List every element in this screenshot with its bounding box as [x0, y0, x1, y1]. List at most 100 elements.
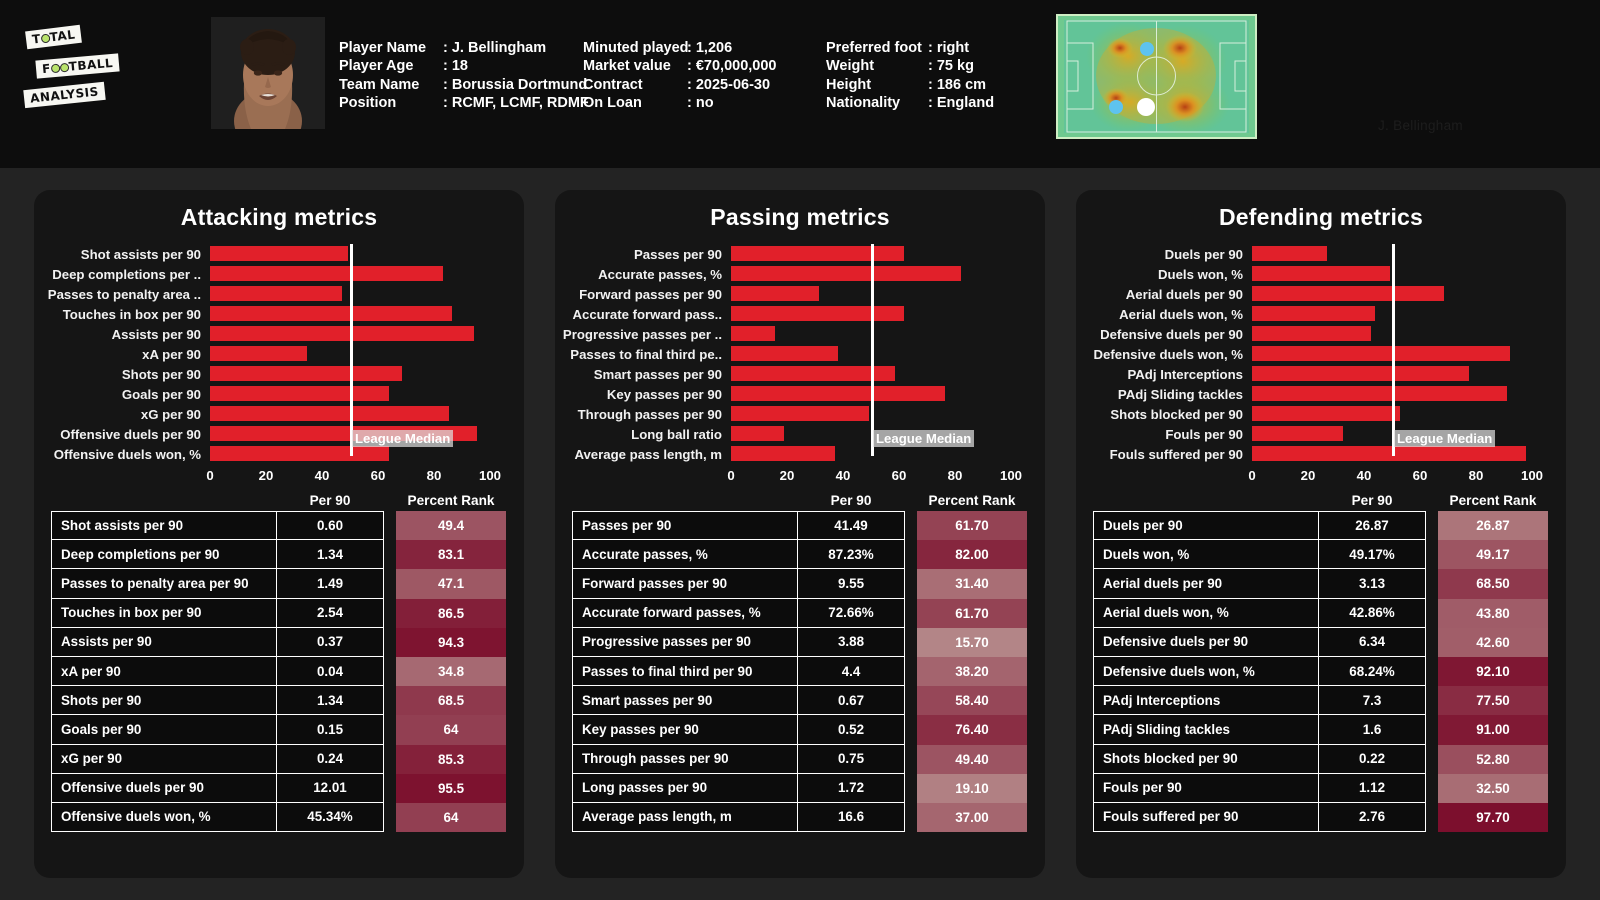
- bar-row: Forward passes per 90: [555, 284, 1045, 304]
- info-value: : 75 kg: [928, 58, 974, 75]
- bar-label: Long ball ratio: [631, 426, 722, 442]
- table-row: Duels per 90 26.87 26.87: [1093, 511, 1549, 541]
- chart-passing: Passes per 90 Accurate passes, % Forward p…: [555, 244, 1045, 483]
- logo-line-football: F TBALL: [35, 53, 120, 79]
- logo-line-total: T TAL: [25, 24, 83, 50]
- bar-row: Offensive duels won, %: [34, 444, 524, 464]
- bar-fill: [731, 326, 775, 341]
- cell-metric-name: Average pass length, m: [572, 802, 797, 833]
- cell-per90-value: 7.3: [1318, 686, 1426, 716]
- bar-label: Touches in box per 90: [62, 306, 201, 322]
- axis-tick: 100: [1520, 468, 1544, 483]
- info-key: Position: [339, 95, 397, 112]
- cell-metric-name: Passes to final third per 90: [572, 656, 797, 687]
- cell-percent-rank: 49.17: [1438, 540, 1548, 570]
- cell-percent-rank: 68.50: [1438, 569, 1548, 599]
- cell-percent-rank: 34.8: [396, 656, 506, 687]
- bar-fill: [1252, 246, 1328, 261]
- logo-text-football: F TBALL: [41, 55, 114, 77]
- cell-per90-value: 1.72: [797, 773, 905, 803]
- heatmap-image: [1058, 16, 1255, 137]
- pitch-heatmap: [1056, 14, 1257, 139]
- bar-fill: [731, 306, 904, 321]
- cell-per90-value: 1.6: [1318, 715, 1426, 745]
- logo-text-total: T TAL: [31, 27, 77, 47]
- bar-fill: [1252, 286, 1444, 301]
- table-row: Passes per 90 41.49 61.70: [572, 511, 1028, 541]
- cell-percent-rank: 82.00: [917, 540, 1027, 570]
- cell-per90-value: 0.52: [797, 715, 905, 745]
- table-row: Fouls suffered per 90 2.76 97.70: [1093, 802, 1549, 833]
- cell-percent-rank: 43.80: [1438, 598, 1548, 628]
- cell-percent-rank: 64: [396, 802, 506, 833]
- bar-label: Passes per 90: [634, 246, 722, 262]
- cell-percent-rank: 49.4: [396, 511, 506, 541]
- table-row: xA per 90 0.04 34.8: [51, 656, 507, 687]
- cell-per90-value: 0.04: [276, 656, 384, 687]
- median-line: [350, 244, 353, 456]
- cell-percent-rank: 42.60: [1438, 627, 1548, 657]
- x-axis: 0 20 40 60 80 100: [1076, 466, 1566, 488]
- info-key: Preferred foot: [826, 40, 922, 56]
- info-value: : 2025-06-30: [687, 76, 771, 93]
- bar-row: Duels won, %: [1076, 264, 1566, 284]
- cell-metric-name: Long passes per 90: [572, 773, 797, 803]
- bar-fill: [1252, 266, 1390, 281]
- bar-row: Deep completions per ..: [34, 264, 524, 284]
- cell-percent-rank: 58.40: [917, 686, 1027, 716]
- info-value: : 186 cm: [928, 76, 987, 93]
- cell-percent-rank: 97.70: [1438, 802, 1548, 833]
- axis-tick: 80: [1468, 468, 1484, 483]
- axis-tick: 20: [1300, 468, 1316, 483]
- cell-metric-name: Fouls per 90: [1093, 773, 1318, 803]
- median-label: League Median: [352, 430, 454, 447]
- bar-label: Aerial duels per 90: [1125, 286, 1243, 302]
- cell-metric-name: Offensive duels won, %: [51, 802, 276, 833]
- bar-fill: [210, 386, 390, 401]
- cell-percent-rank: 38.20: [917, 656, 1027, 687]
- axis-tick: 60: [370, 468, 386, 483]
- bar-fill: [1252, 326, 1372, 341]
- cell-per90-value: 0.37: [276, 627, 384, 657]
- info-value: : 1,206: [687, 40, 733, 56]
- info-key: Market value: [583, 58, 671, 75]
- bar-row: Aerial duels per 90: [1076, 284, 1566, 304]
- card-title: Passing metrics: [710, 204, 890, 230]
- table-row: Long passes per 90 1.72 19.10: [572, 773, 1028, 803]
- cell-per90-value: 0.67: [797, 686, 905, 716]
- info-row: Minuted played : 1,206: [583, 39, 777, 57]
- axis-tick: 0: [1248, 468, 1256, 483]
- cell-percent-rank: 83.1: [396, 540, 506, 570]
- table-row: xG per 90 0.24 85.3: [51, 744, 507, 774]
- table-row: Shot assists per 90 0.60 49.4: [51, 511, 507, 541]
- bar-row: Touches in box per 90: [34, 304, 524, 324]
- info-row: Market value : €70,000,000: [583, 57, 777, 75]
- median-label: League Median: [1394, 430, 1496, 447]
- cell-metric-name: Progressive passes per 90: [572, 627, 797, 657]
- cell-per90-value: 26.87: [1318, 511, 1426, 541]
- cell-per90-value: 3.13: [1318, 569, 1426, 599]
- bar-fill: [731, 426, 785, 441]
- table-row: Key passes per 90 0.52 76.40: [572, 715, 1028, 745]
- bar-row: Goals per 90: [34, 384, 524, 404]
- cell-metric-name: Aerial duels per 90: [1093, 569, 1318, 599]
- bar-label: Duels per 90: [1164, 246, 1243, 262]
- axis-tick: 80: [426, 468, 442, 483]
- brand-logo: T TAL F TBALL ANALYSIS: [22, 24, 126, 118]
- bar-label: Accurate forward pass..: [572, 306, 722, 322]
- info-value: : England: [928, 95, 995, 112]
- cell-per90-value: 9.55: [797, 569, 905, 599]
- cell-metric-name: Shots blocked per 90: [1093, 744, 1318, 774]
- median-label: League Median: [873, 430, 975, 447]
- cell-percent-rank: 47.1: [396, 569, 506, 599]
- bar-label: Goals per 90: [121, 386, 201, 402]
- bar-fill: [731, 286, 819, 301]
- portrait-image: [211, 17, 325, 129]
- cell-percent-rank: 95.5: [396, 773, 506, 803]
- bar-row: Smart passes per 90: [555, 364, 1045, 384]
- cell-percent-rank: 92.10: [1438, 656, 1548, 687]
- cell-metric-name: PAdj Interceptions: [1093, 686, 1318, 716]
- logo-text-analysis: ANALYSIS: [29, 84, 100, 106]
- bar-label: xA per 90: [142, 346, 201, 362]
- watermark-player-name: J. Bellingham: [1378, 118, 1463, 133]
